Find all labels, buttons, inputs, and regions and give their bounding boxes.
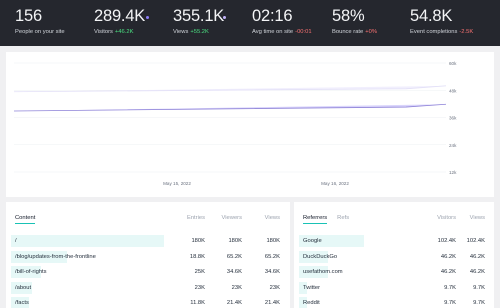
stat-delta: -2.5K	[459, 29, 474, 35]
x-tick-label: May 16, 2022	[321, 181, 349, 186]
table-row[interactable]: Google 102.4K 102.4K	[294, 234, 494, 249]
stat-label: Event completions	[410, 29, 458, 35]
chart-card: 60k 48k 36k 24k 12k May 15, 2022 May 16, 2022	[6, 52, 494, 197]
y-tick-label: 48k	[449, 88, 457, 93]
stat-value: 54.8K	[410, 7, 453, 25]
referrers-tabs: Referrers Refs	[303, 215, 349, 224]
row-label[interactable]: /	[15, 238, 17, 244]
row-viewers: 65.2K	[226, 253, 242, 260]
row-views: 65.2K	[264, 253, 280, 260]
tab-referrers[interactable]: Referrers	[303, 215, 328, 224]
row-label[interactable]: /facts	[15, 300, 29, 306]
row-entries: 180K	[191, 238, 205, 244]
table-row[interactable]: Twitter 9.7K 9.7K	[294, 281, 494, 296]
stat-label: Bounce rate	[332, 29, 364, 35]
stat-value: 156	[15, 7, 42, 25]
table-row[interactable]: / 180K 180K 180K	[6, 234, 290, 249]
row-visitors: 9.7K	[444, 284, 456, 291]
stat-label: Visitors	[94, 29, 113, 35]
row-label[interactable]: /about	[15, 285, 31, 291]
table-row[interactable]: /about 23K 23K 23K	[6, 281, 290, 296]
referrers-panel: Referrers Refs Visitors Views Google 102.…	[294, 202, 494, 308]
stat-value: 58%	[332, 7, 365, 25]
row-label[interactable]: /bill-of-rights	[15, 269, 47, 275]
table-row[interactable]: /blog/updates-from-the-frontline 18.8K 65.…	[6, 250, 290, 265]
row-entries: 11.8K	[190, 300, 205, 306]
row-views: 21.4K	[264, 300, 280, 306]
row-views: 9.7K	[473, 284, 485, 291]
column-header-views[interactable]: Views	[265, 215, 280, 221]
row-label[interactable]: Reddit	[303, 300, 320, 306]
stat-delta: +46.2K	[114, 29, 134, 35]
row-views: 9.7K	[473, 300, 485, 306]
row-visitors: 9.7K	[444, 300, 456, 306]
y-tick-label: 36k	[449, 116, 457, 121]
row-viewers: 21.4K	[226, 300, 242, 306]
stat-delta: -00:01	[295, 29, 312, 35]
row-viewers: 34.6K	[226, 269, 242, 275]
stat-visitors[interactable]: 289.4K Visitors +46.2K	[94, 7, 145, 36]
table-row[interactable]: Reddit 9.7K 9.7K	[294, 296, 494, 308]
row-visitors: 46.2K	[440, 269, 456, 275]
row-label[interactable]: usefathom.com	[303, 269, 343, 275]
stat-avg-time[interactable]: 02:16 Avg time on site -00:01	[252, 7, 312, 36]
content-panel: Content Entries Viewers Views / 180K 180K 1…	[6, 202, 290, 308]
table-row[interactable]: DuckDuckGo 46.2K 46.2K	[294, 250, 494, 265]
x-tick-label: May 15, 2022	[163, 181, 191, 186]
stats-bar: 156 People on your site 289.4K Visitors +…	[0, 0, 500, 46]
visitors-legend-dot	[146, 16, 149, 19]
stat-delta: +55.2K	[190, 29, 209, 35]
row-visitors: 102.4K	[437, 238, 456, 244]
stat-views[interactable]: 355.1K Views +55.2K	[173, 7, 224, 36]
row-entries: 25K	[194, 269, 205, 275]
y-tick-label: 60k	[449, 61, 457, 66]
row-label[interactable]: /blog/updates-from-the-frontline	[15, 254, 96, 260]
y-tick-label: 12k	[449, 170, 457, 175]
table-row[interactable]: /bill-of-rights 25K 34.6K 34.6K	[6, 265, 290, 280]
column-header-entries[interactable]: Entries	[187, 215, 205, 221]
row-views: 180K	[266, 238, 280, 244]
stat-delta: +0%	[365, 29, 378, 35]
row-viewers: 23K	[231, 284, 242, 291]
row-label[interactable]: DuckDuckGo	[303, 254, 337, 260]
stat-bounce-rate[interactable]: 58% Bounce rate +0%	[332, 7, 377, 36]
table-row[interactable]: usefathom.com 46.2K 46.2K	[294, 265, 494, 280]
stat-label: Views	[173, 29, 189, 35]
column-header-viewers[interactable]: Viewers	[221, 215, 242, 221]
row-label[interactable]: Twitter	[303, 285, 320, 291]
stat-label: People on your site	[15, 29, 65, 35]
table-row[interactable]: /facts 11.8K 21.4K 21.4K	[6, 296, 290, 308]
tab-content[interactable]: Content	[15, 215, 36, 224]
column-header-views[interactable]: Views	[470, 215, 485, 221]
row-views: 23K	[269, 284, 280, 291]
views-legend-dot	[223, 16, 226, 19]
stat-current-visitors[interactable]: 156 People on your site	[15, 7, 65, 36]
row-views: 34.6K	[264, 269, 280, 275]
row-entries: 18.8K	[189, 253, 205, 260]
stat-label: Avg time on site	[252, 29, 294, 35]
row-visitors: 46.2K	[440, 253, 456, 260]
content-tabs: Content	[15, 215, 36, 224]
stat-value: 289.4K	[94, 7, 146, 25]
stat-value: 02:16	[252, 7, 293, 25]
row-views: 46.2K	[469, 253, 485, 260]
row-share-bar	[11, 235, 165, 247]
row-entries: 23K	[194, 284, 205, 291]
column-header-visitors[interactable]: Visitors	[437, 215, 456, 221]
stat-event-completions[interactable]: 54.8K Event completions -2.5K	[410, 7, 473, 36]
y-tick-label: 24k	[449, 143, 457, 148]
stat-value: 355.1K	[173, 7, 225, 25]
tab-refs[interactable]: Refs	[337, 215, 349, 224]
row-viewers: 180K	[228, 238, 242, 244]
row-views: 102.4K	[466, 238, 485, 244]
row-label[interactable]: Google	[303, 238, 322, 244]
visitors-views-chart[interactable]: 60k 48k 36k 24k 12k May 15, 2022 May 16, 2022	[6, 52, 494, 197]
row-views: 46.2K	[469, 269, 485, 275]
